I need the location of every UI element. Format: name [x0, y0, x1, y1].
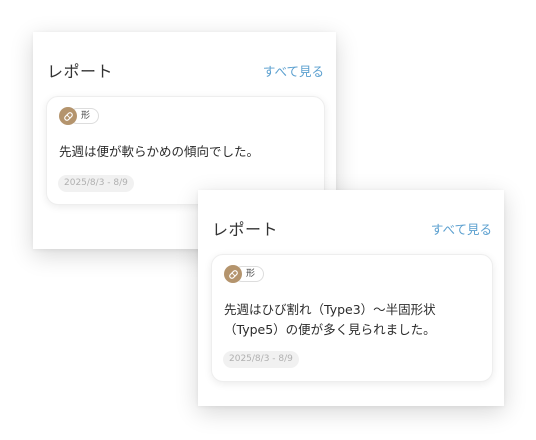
- report-card[interactable]: 形 先週はひび割れ（Type3）〜半固形状 （Type5）の便が多く見られました…: [211, 254, 493, 382]
- summary-line: 先週はひび割れ（Type3）〜半固形状: [224, 302, 436, 317]
- report-header: レポート すべて見る: [212, 220, 492, 242]
- report-title: レポート: [47, 62, 114, 81]
- report-card[interactable]: 形 先週は便が軟らかめの傾向でした。 2025/8/3 - 8/9: [46, 96, 325, 205]
- report-summary: 先週はひび割れ（Type3）〜半固形状 （Type5）の便が多く見られました。: [224, 300, 484, 340]
- report-header: レポート すべて見る: [47, 62, 324, 84]
- report-panel: レポート すべて見る 形 先週はひび割れ（Type3）〜半固形状 （Type5）…: [198, 190, 504, 406]
- pill-icon: [224, 265, 242, 283]
- date-range-badge: 2025/8/3 - 8/9: [58, 175, 134, 192]
- summary-line: 先週は便が軟らかめの傾向でした。: [59, 144, 260, 159]
- see-all-link[interactable]: すべて見る: [263, 63, 324, 81]
- pill-icon: [59, 107, 77, 125]
- category-tag: 形: [59, 107, 100, 125]
- report-summary: 先週は便が軟らかめの傾向でした。: [59, 142, 316, 162]
- date-range-badge: 2025/8/3 - 8/9: [223, 351, 299, 368]
- category-tag: 形: [224, 265, 265, 283]
- see-all-link[interactable]: すべて見る: [431, 221, 492, 239]
- summary-line: （Type5）の便が多く見られました。: [224, 322, 436, 337]
- report-title: レポート: [212, 220, 279, 239]
